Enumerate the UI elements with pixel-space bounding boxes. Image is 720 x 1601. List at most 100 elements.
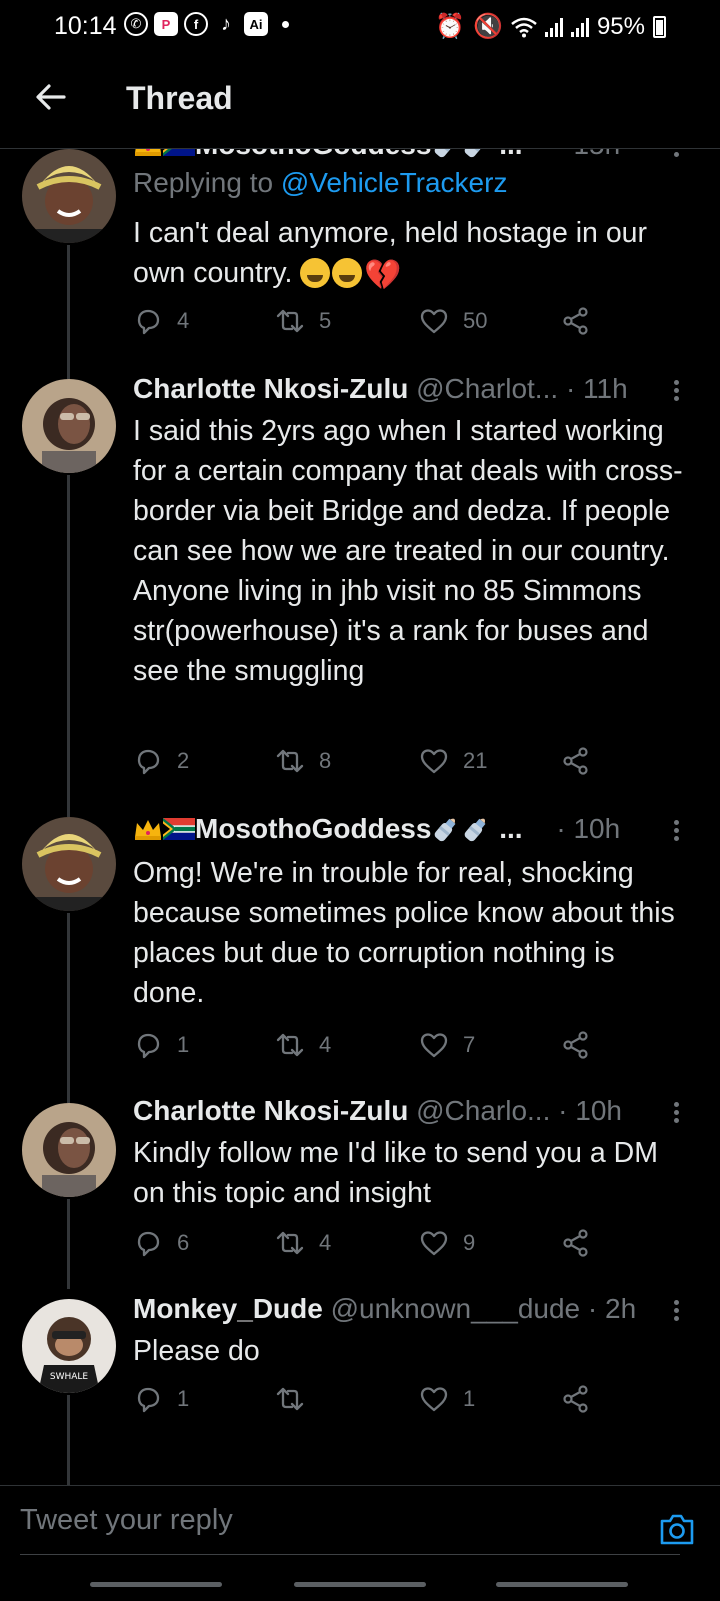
like-button[interactable]: 7	[419, 1027, 475, 1063]
baby-bottle-icon	[461, 149, 491, 160]
avatar[interactable]	[22, 149, 116, 243]
replying-to: Replying to @VehicleTrackerz	[133, 167, 507, 199]
reply-button[interactable]: 1	[133, 1027, 189, 1063]
share-button[interactable]	[561, 303, 591, 339]
reply-button[interactable]: 2	[133, 743, 189, 779]
avatar[interactable]	[22, 1103, 116, 1197]
retweet-button[interactable]: 4	[275, 1027, 331, 1063]
south-africa-flag-icon	[163, 818, 195, 840]
replying-handle-link[interactable]: @VehicleTrackerz	[281, 167, 508, 198]
more-options-icon[interactable]	[672, 1297, 680, 1327]
page-title: Thread	[126, 80, 233, 116]
tweet[interactable]: MosothoGoddess ... · 15h Replying to @Ve…	[0, 149, 720, 365]
ai-app-icon: Ai	[244, 12, 268, 36]
tweet-actions: 1 1	[133, 1381, 603, 1417]
baby-bottle-icon	[461, 814, 491, 844]
author-handle[interactable]: @Charlo...	[416, 1095, 550, 1126]
crown-icon	[133, 817, 163, 841]
like-count: 50	[463, 308, 488, 333]
author-name[interactable]: MosothoGoddess	[195, 813, 431, 844]
separator-dot: ·	[556, 149, 565, 160]
tweet-header: Charlotte Nkosi-Zulu @Charlo... · 10h	[133, 1095, 676, 1135]
separator-dot: ·	[556, 813, 566, 844]
retweet-button[interactable]: 4	[275, 1225, 331, 1261]
more-options-icon[interactable]	[672, 817, 680, 847]
like-button[interactable]: 1	[419, 1381, 475, 1417]
camera-icon[interactable]	[658, 1510, 696, 1548]
avatar[interactable]	[22, 817, 116, 911]
reply-input[interactable]: Tweet your reply	[20, 1504, 680, 1555]
retweet-button[interactable]: 8	[275, 743, 331, 779]
retweet-icon	[275, 1030, 305, 1060]
author-name[interactable]: MosothoGoddess	[195, 149, 431, 160]
tweet[interactable]: Charlotte Nkosi-Zulu @Charlo... · 10h Ki…	[0, 1083, 720, 1289]
reply-button[interactable]: 1	[133, 1381, 189, 1417]
more-options-icon[interactable]	[672, 1099, 680, 1129]
reply-icon	[133, 1030, 163, 1060]
tweet-header: Monkey_Dude @unknown___dude · 2h	[133, 1293, 676, 1333]
share-button[interactable]	[561, 743, 591, 779]
nav-recents-handle[interactable]	[90, 1582, 222, 1587]
nav-back-handle[interactable]	[496, 1582, 628, 1587]
author-handle[interactable]: @Charlot...	[416, 373, 558, 404]
share-icon	[561, 1030, 591, 1060]
retweet-button[interactable]	[275, 1381, 319, 1417]
retweet-icon	[275, 1228, 305, 1258]
top-app-bar: Thread	[0, 52, 720, 149]
battery-percent: 95%	[596, 12, 645, 40]
reply-icon	[133, 746, 163, 776]
like-button[interactable]: 50	[419, 303, 487, 339]
mute-icon: 🔇	[473, 13, 503, 40]
back-arrow-icon[interactable]	[34, 80, 68, 114]
more-options-icon[interactable]	[672, 377, 680, 407]
nav-home-handle[interactable]	[294, 1582, 426, 1587]
reply-button[interactable]: 4	[133, 303, 189, 339]
share-icon	[561, 746, 591, 776]
reply-icon	[133, 1384, 163, 1414]
tweet-actions: 1 4 7	[133, 1027, 603, 1063]
author-handle[interactable]: @unknown___dude	[331, 1293, 581, 1324]
thread-connector	[67, 361, 70, 379]
share-button[interactable]	[561, 1225, 591, 1261]
reply-button[interactable]: 6	[133, 1225, 189, 1261]
reply-count: 1	[177, 1032, 190, 1057]
tweet-actions: 4 5 50	[133, 303, 603, 339]
avatar[interactable]	[22, 379, 116, 473]
share-button[interactable]	[561, 1027, 591, 1063]
tweet[interactable]: MosothoGoddess ... · 10h Omg! We're in t…	[0, 797, 720, 1089]
retweet-button[interactable]: 5	[275, 303, 331, 339]
thread-connector	[67, 913, 70, 1089]
share-icon	[561, 1384, 591, 1414]
tweet-header: Charlotte Nkosi-Zulu @Charlot... · 11h	[133, 373, 676, 413]
thread-connector	[67, 1395, 70, 1485]
avatar[interactable]	[22, 1299, 116, 1393]
like-button[interactable]: 21	[419, 743, 487, 779]
author-name[interactable]: Monkey_Dude	[133, 1293, 323, 1324]
heart-icon	[419, 306, 449, 336]
share-button[interactable]	[561, 1381, 591, 1417]
status-bar: 10:14 ✆ P f ♪ Ai ⏰ 🔇 95%	[0, 0, 720, 52]
author-name[interactable]: Charlotte Nkosi-Zulu	[133, 373, 408, 404]
retweet-icon	[275, 1384, 305, 1414]
thread-feed[interactable]: MosothoGoddess ... · 15h Replying to @Ve…	[0, 149, 720, 1485]
tweet[interactable]: Charlotte Nkosi-Zulu @Charlot... · 11h I…	[0, 361, 720, 805]
tiktok-icon: ♪	[221, 12, 231, 35]
author-name[interactable]: Charlotte Nkosi-Zulu	[133, 1095, 408, 1126]
tweet[interactable]: Monkey_Dude @unknown___dude · 2h Please …	[0, 1283, 720, 1485]
weary-face-icon	[300, 258, 331, 288]
retweet-icon	[275, 746, 305, 776]
like-count: 1	[463, 1386, 476, 1411]
like-button[interactable]: 9	[419, 1225, 475, 1261]
system-icons: ⏰ 🔇 95%	[435, 12, 666, 41]
tweet-text: I said this 2yrs ago when I started work…	[133, 415, 683, 687]
more-options-icon[interactable]	[672, 149, 680, 163]
thread-connector	[67, 475, 70, 805]
tweet-header: MosothoGoddess ... · 15h	[133, 149, 676, 169]
retweet-count: 4	[319, 1032, 332, 1057]
notification-icons: ✆ P f ♪ Ai	[124, 12, 289, 36]
reply-icon	[133, 1228, 163, 1258]
battery-icon	[653, 15, 666, 38]
tweet-actions: 6 4 9	[133, 1225, 603, 1261]
tweet-text: Please do	[133, 1335, 260, 1367]
broken-heart-icon: 💔	[364, 259, 402, 292]
